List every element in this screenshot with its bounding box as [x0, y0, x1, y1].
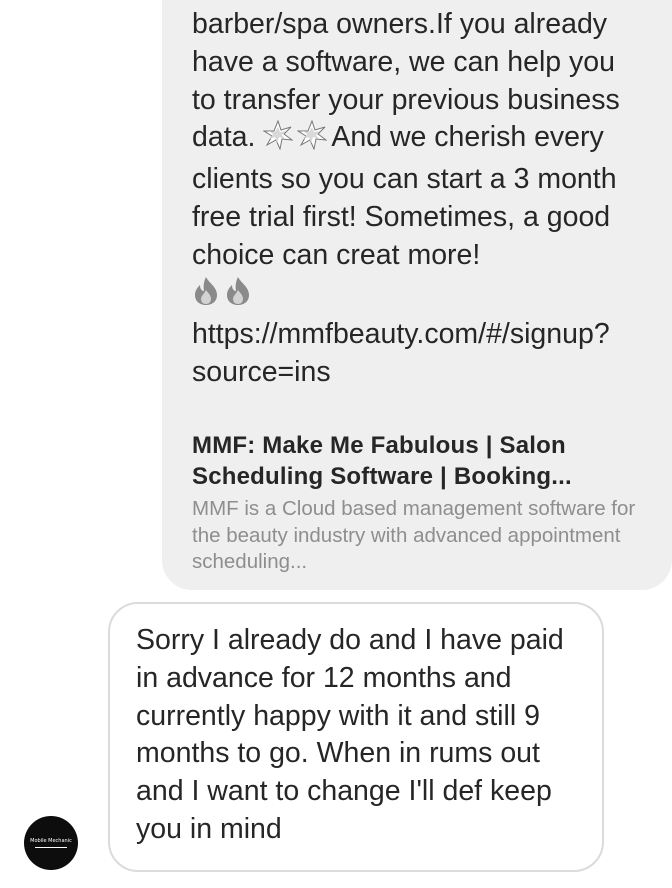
collision-icon: [262, 119, 295, 161]
avatar-logo-underline: [35, 847, 67, 848]
link-preview[interactable]: MMF: Make Me Fabulous | Salon Scheduling…: [192, 430, 642, 576]
fire-icon: [224, 276, 252, 317]
outgoing-message-bubble[interactable]: Sorry I already do and I have paid in ad…: [108, 602, 604, 872]
message-link[interactable]: https://mmfbeauty.com/#/signup?source=in…: [192, 318, 610, 388]
avatar[interactable]: Mobile Mechanic: [24, 816, 78, 870]
link-preview-description: MMF is a Cloud based management software…: [192, 497, 636, 573]
avatar-logo-text: Mobile Mechanic: [30, 838, 72, 844]
link-preview-title: MMF: Make Me Fabulous | Salon Scheduling…: [192, 432, 572, 490]
message-thread: barber/spa owners.If you already have a …: [0, 0, 672, 888]
collision-icon: [296, 119, 329, 161]
incoming-message-text: barber/spa owners.If you already have a …: [192, 6, 642, 392]
incoming-message-bubble[interactable]: barber/spa owners.If you already have a …: [162, 0, 672, 590]
fire-icon: [192, 276, 220, 317]
outgoing-message-text: Sorry I already do and I have paid in ad…: [136, 624, 564, 845]
